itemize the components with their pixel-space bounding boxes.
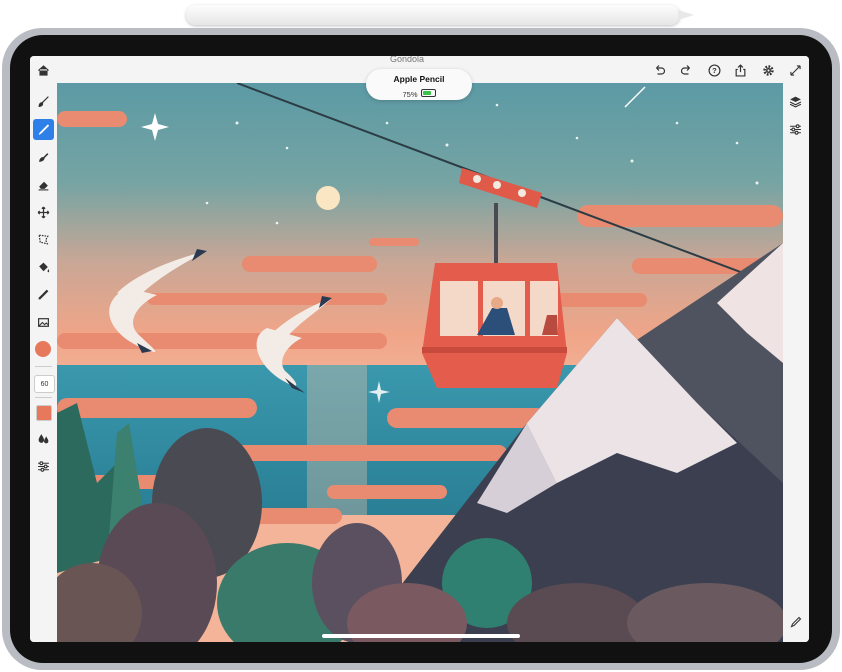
brush-color-swatch[interactable] (35, 341, 51, 357)
toolbar-divider (35, 366, 52, 367)
eyedropper-tool-icon[interactable] (33, 284, 54, 305)
opacity-drops-icon[interactable] (33, 428, 54, 449)
move-tool-icon[interactable] (33, 202, 54, 223)
apple-pencil-status-popup: Apple Pencil 75% (366, 69, 472, 100)
app-screen: Gondola ? 60 Apple Pencil 75% (30, 56, 809, 642)
home-indicator[interactable] (322, 634, 520, 638)
brush-settings-icon[interactable] (33, 456, 54, 477)
help-icon[interactable]: ? (705, 61, 723, 79)
battery-icon (420, 88, 436, 97)
brush-size-field[interactable]: 60 (34, 375, 55, 393)
gondola-illustration (57, 83, 783, 642)
document-title: Gondola (390, 56, 425, 64)
share-icon[interactable] (731, 61, 749, 79)
home-icon[interactable] (34, 61, 52, 79)
right-toolbar (783, 83, 809, 642)
redo-icon[interactable] (677, 61, 695, 79)
pencil-name: Apple Pencil (393, 74, 445, 84)
toolbar-divider (35, 397, 52, 398)
selection-tool-icon[interactable] (33, 229, 54, 250)
left-toolbar: 60 (30, 83, 57, 642)
pencil-tool-icon[interactable] (33, 119, 54, 140)
drawing-canvas[interactable] (57, 83, 783, 642)
smudge-tool-icon[interactable] (33, 147, 54, 168)
battery-level (422, 90, 431, 95)
adjustments-icon[interactable] (785, 119, 806, 140)
image-tool-icon[interactable] (33, 312, 54, 333)
layers-icon[interactable] (785, 91, 806, 112)
svg-text:?: ? (712, 66, 717, 75)
secondary-color-swatch[interactable] (36, 405, 52, 421)
brush-tool-icon[interactable] (33, 91, 54, 112)
apple-pencil-device (186, 5, 694, 25)
pencil-tip (678, 10, 694, 20)
fullscreen-icon[interactable] (786, 61, 804, 79)
settings-icon[interactable] (759, 61, 777, 79)
pencil-battery-percent: 75% (402, 90, 418, 99)
undo-icon[interactable] (650, 61, 668, 79)
eraser-tool-icon[interactable] (33, 174, 54, 195)
fill-tool-icon[interactable] (33, 257, 54, 278)
edit-icon[interactable] (785, 611, 806, 632)
